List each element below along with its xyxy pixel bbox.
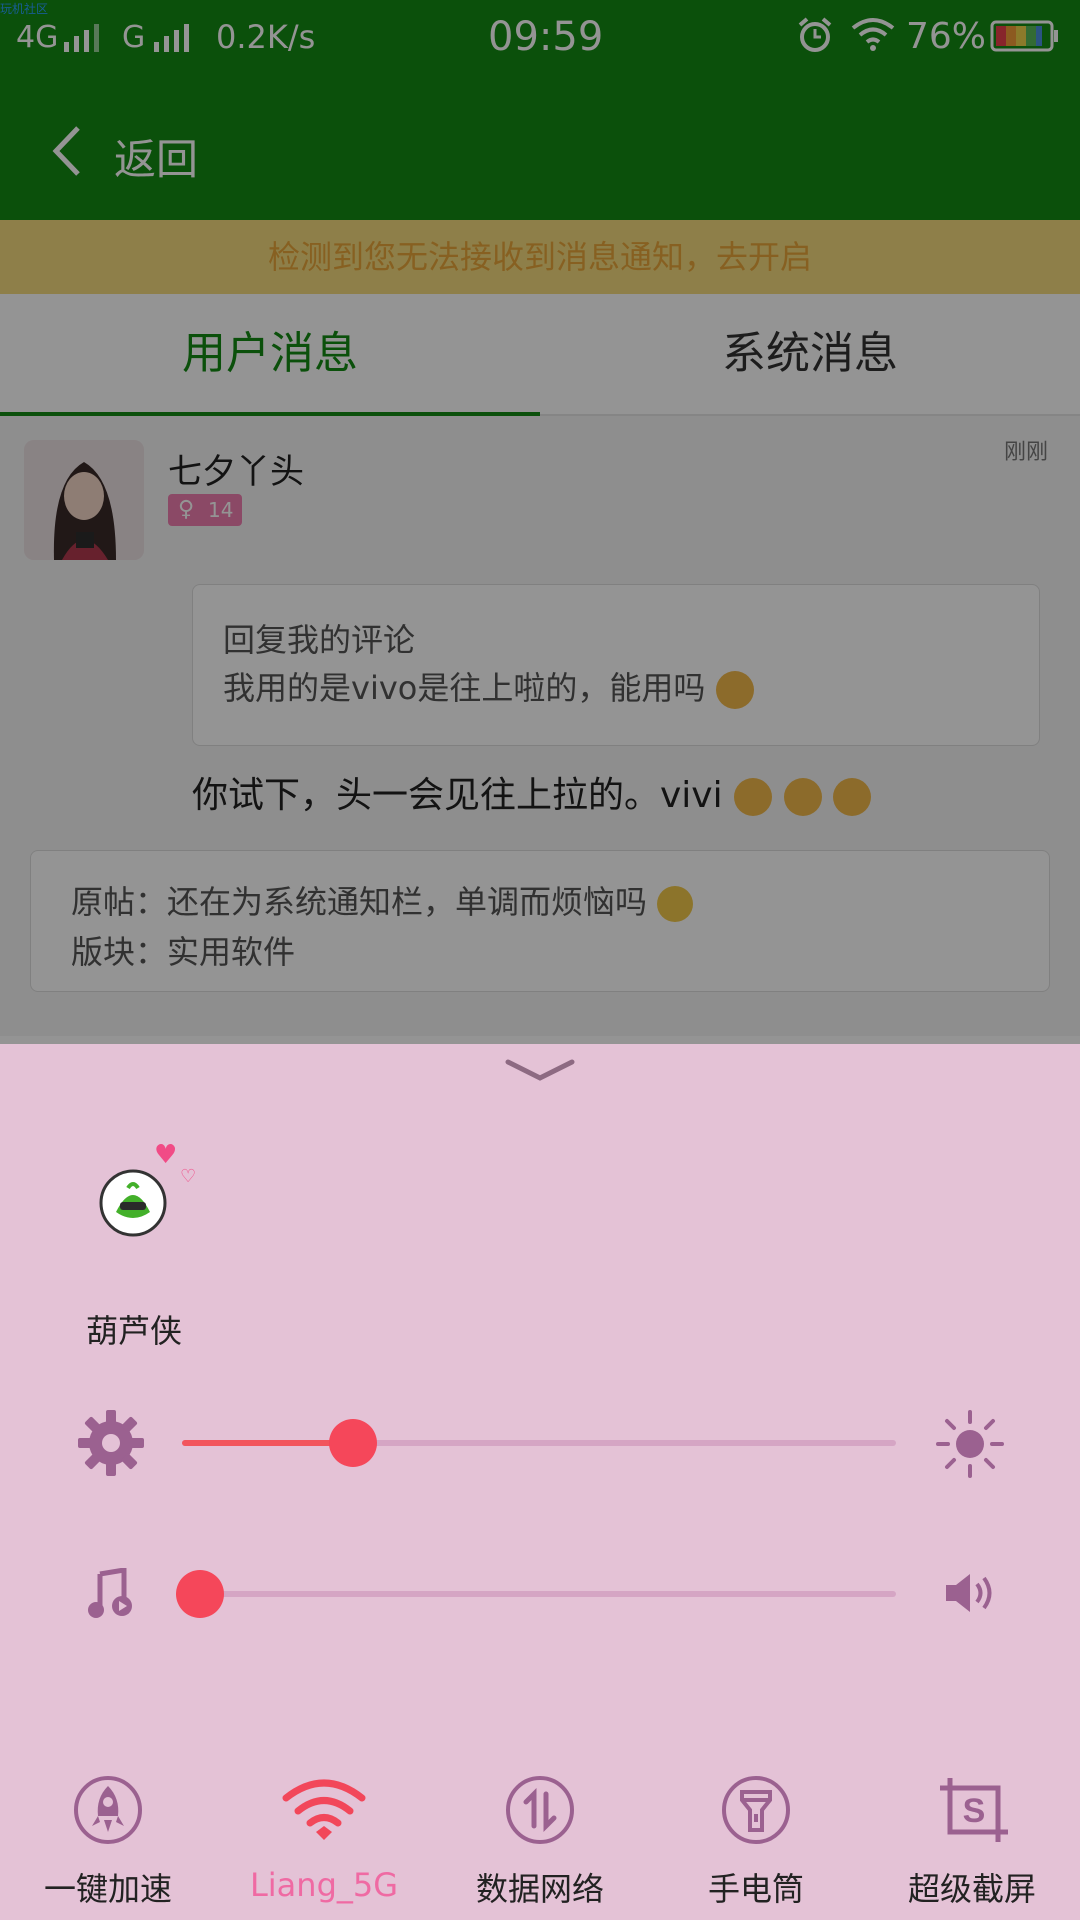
tile-label: 超级截屏 — [907, 1870, 1036, 1908]
music-note-icon — [88, 1568, 132, 1618]
tile-label: 手电筒 — [707, 1870, 804, 1908]
app-name: 葫芦侠 — [86, 1312, 183, 1350]
volume-slider[interactable] — [176, 1570, 896, 1618]
heart-icon: ♡ — [180, 1166, 197, 1187]
tile-label: 一键加速 — [43, 1870, 172, 1908]
tile-boost[interactable]: 一键加速 — [0, 1724, 216, 1920]
wifi-icon — [282, 1779, 366, 1840]
tile-wifi[interactable]: Liang_5G — [216, 1724, 432, 1920]
tile-flashlight[interactable]: 手电筒 — [648, 1724, 864, 1920]
brightness-slider[interactable] — [182, 1419, 896, 1467]
brightness-thumb[interactable] — [329, 1419, 377, 1467]
tile-label: Liang_5G — [249, 1866, 399, 1904]
collapse-chevron-icon[interactable] — [504, 1056, 576, 1086]
settings-gear-icon[interactable] — [76, 1408, 146, 1478]
volume-track — [176, 1591, 896, 1597]
heart-icon: ♥ — [154, 1140, 178, 1170]
quick-settings-panel: ♥ ♡ 葫芦侠 一键加速 Liang_5G 数据网络 手电筒 S 超级截屏 — [0, 1044, 1080, 1920]
rocket-icon — [74, 1776, 142, 1844]
app-icon[interactable] — [98, 1168, 168, 1238]
tile-super-screenshot[interactable]: S 超级截屏 — [864, 1724, 1080, 1920]
dim-overlay[interactable] — [0, 0, 1080, 1044]
tile-mobile-data[interactable]: 数据网络 — [432, 1724, 648, 1920]
svg-text:S: S — [963, 1792, 986, 1830]
brightness-fill — [182, 1440, 353, 1446]
speaker-icon[interactable] — [942, 1570, 998, 1616]
data-arrows-icon — [506, 1776, 574, 1844]
tile-label: 数据网络 — [475, 1870, 604, 1908]
sun-icon — [936, 1410, 1004, 1478]
volume-thumb[interactable] — [176, 1570, 224, 1618]
screenshot-icon: S — [940, 1778, 1008, 1842]
flashlight-icon — [722, 1776, 790, 1844]
